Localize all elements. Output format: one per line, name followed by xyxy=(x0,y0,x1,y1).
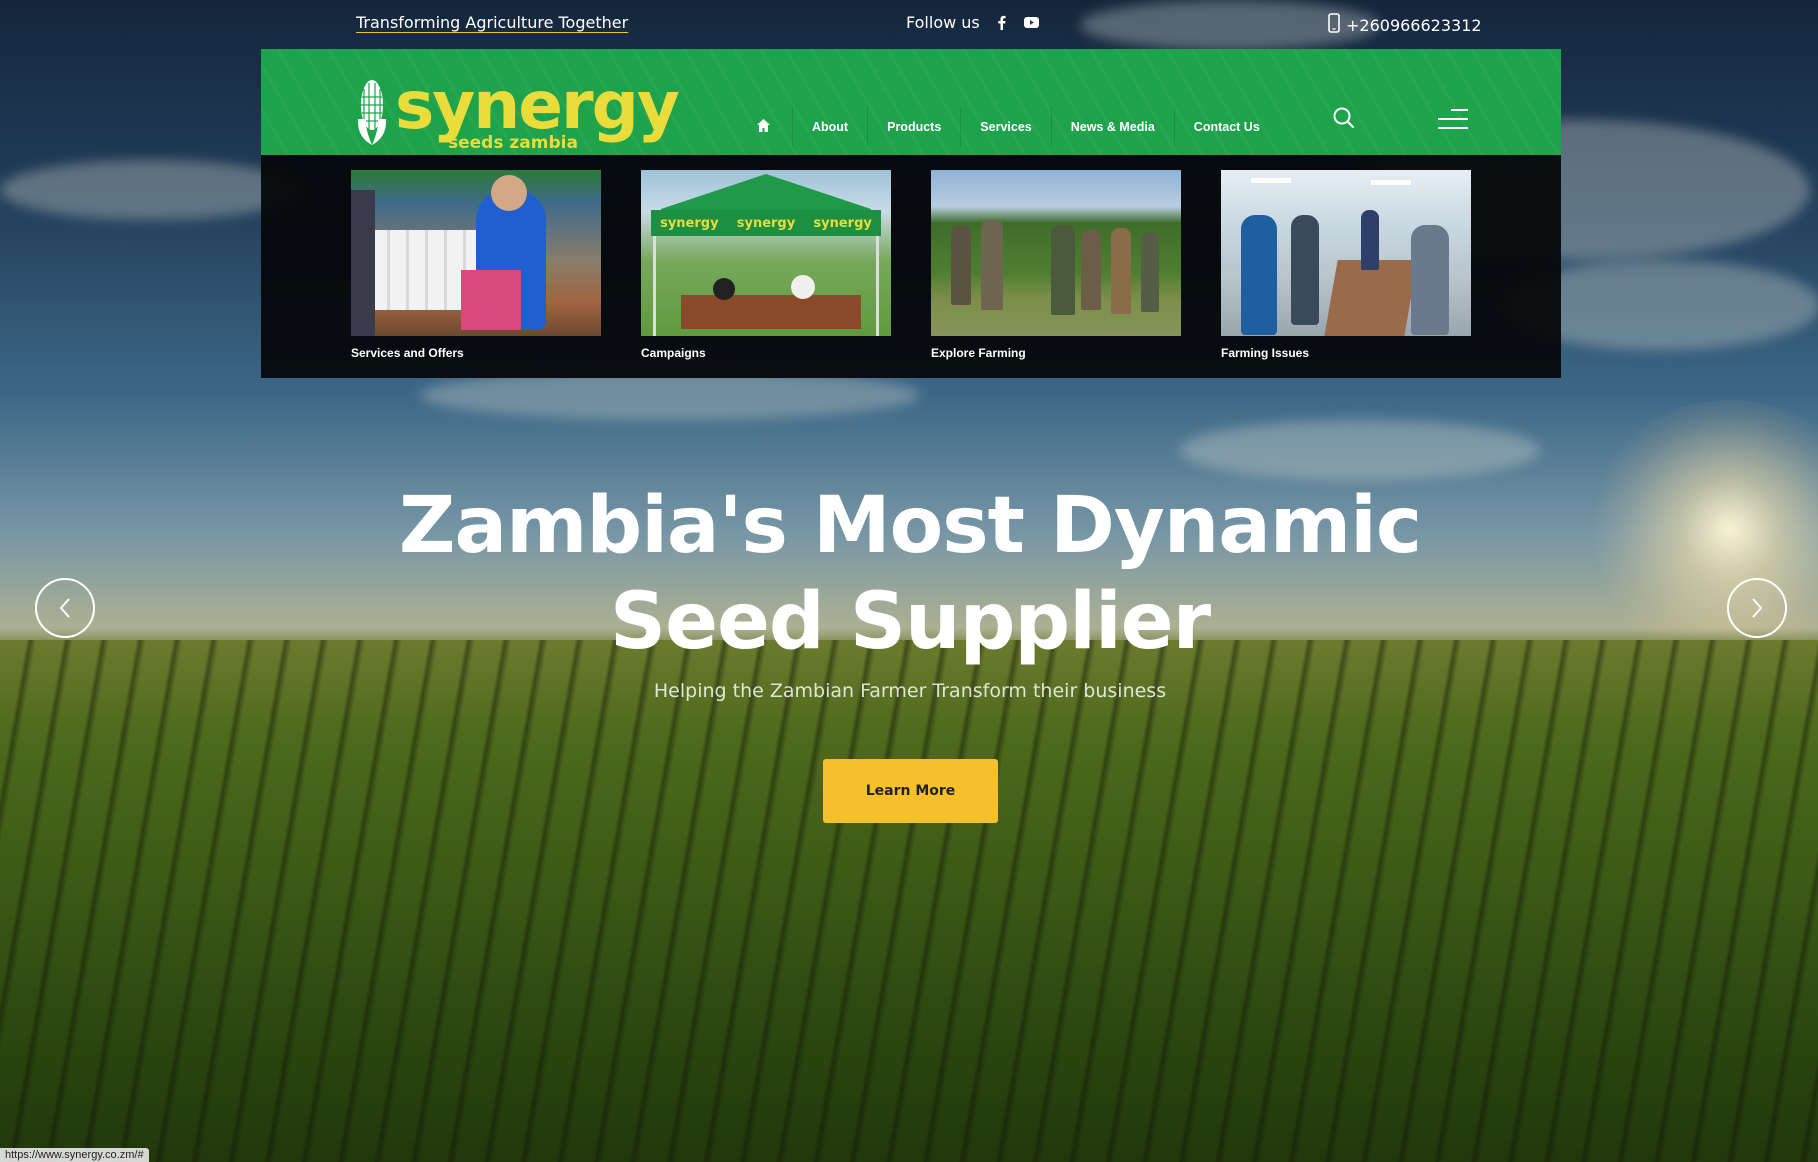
slider-next-button[interactable] xyxy=(1727,578,1787,638)
card-image-campaigns: synergy synergy synergy xyxy=(641,170,891,336)
learn-more-button[interactable]: Learn More xyxy=(823,759,998,823)
mega-card-explore-farming[interactable]: Explore Farming xyxy=(931,170,1181,360)
nav-news-media[interactable]: News & Media xyxy=(1052,107,1175,147)
youtube-icon[interactable] xyxy=(1024,15,1040,31)
main-nav: About Products Services News & Media Con… xyxy=(735,107,1279,147)
card-image-explore xyxy=(931,170,1181,336)
synergy-logo[interactable]: synergy seeds zambia xyxy=(355,67,680,155)
phone-number: +260966623312 xyxy=(1346,15,1482,35)
menu-icon xyxy=(1438,109,1468,129)
card-label: Explore Farming xyxy=(931,346,1026,360)
site-header: synergy seeds zambia About Products Serv… xyxy=(261,49,1561,155)
chevron-left-icon xyxy=(59,598,70,618)
tent-text: synergy xyxy=(813,215,872,231)
card-label: Services and Offers xyxy=(351,346,464,360)
nav-contact-us[interactable]: Contact Us xyxy=(1175,107,1279,147)
follow-us: Follow us xyxy=(906,13,1040,32)
crop-field xyxy=(0,640,1818,1162)
nav-services[interactable]: Services xyxy=(961,107,1052,147)
hamburger-menu-button[interactable] xyxy=(1437,107,1469,131)
search-button[interactable] xyxy=(1331,105,1357,131)
chevron-right-icon xyxy=(1752,598,1763,618)
top-bar: Transforming Agriculture Together Follow… xyxy=(0,0,1818,48)
mega-menu-dropdown: Services and Offers synergy synergy synerg… xyxy=(261,155,1561,378)
phone-contact[interactable]: +260966623312 xyxy=(1328,13,1482,37)
logo-subtitle: seeds zambia xyxy=(448,133,578,153)
search-icon xyxy=(1333,107,1355,129)
cloud xyxy=(0,160,300,220)
card-label: Farming Issues xyxy=(1221,346,1310,360)
slider-prev-button[interactable] xyxy=(35,578,95,638)
tagline-link[interactable]: Transforming Agriculture Together xyxy=(356,13,628,32)
mega-card-campaigns[interactable]: synergy synergy synergy Campaigns xyxy=(641,170,891,360)
mega-card-farming-issues[interactable]: Farming Issues xyxy=(1221,170,1471,360)
phone-icon xyxy=(1328,13,1340,37)
card-label: Campaigns xyxy=(641,346,706,360)
corn-icon xyxy=(357,80,387,145)
hero-subtitle: Helping the Zambian Farmer Transform the… xyxy=(653,680,1167,702)
nav-products[interactable]: Products xyxy=(868,107,962,147)
nav-about[interactable]: About xyxy=(793,107,869,147)
mega-card-services-offers[interactable]: Services and Offers xyxy=(351,170,601,360)
browser-status-url: https://www.synergy.co.zm/# xyxy=(0,1148,149,1162)
cloud xyxy=(1180,420,1540,480)
facebook-icon[interactable] xyxy=(994,15,1010,31)
tent-text: synergy xyxy=(660,215,719,231)
home-icon xyxy=(756,118,771,136)
nav-home[interactable] xyxy=(735,107,793,147)
card-image-services xyxy=(351,170,601,336)
tent-text: synergy xyxy=(736,215,796,231)
follow-label: Follow us xyxy=(906,13,980,32)
hero-title: Zambia's Most Dynamic Seed Supplier xyxy=(398,481,1422,667)
card-image-issues xyxy=(1221,170,1471,336)
